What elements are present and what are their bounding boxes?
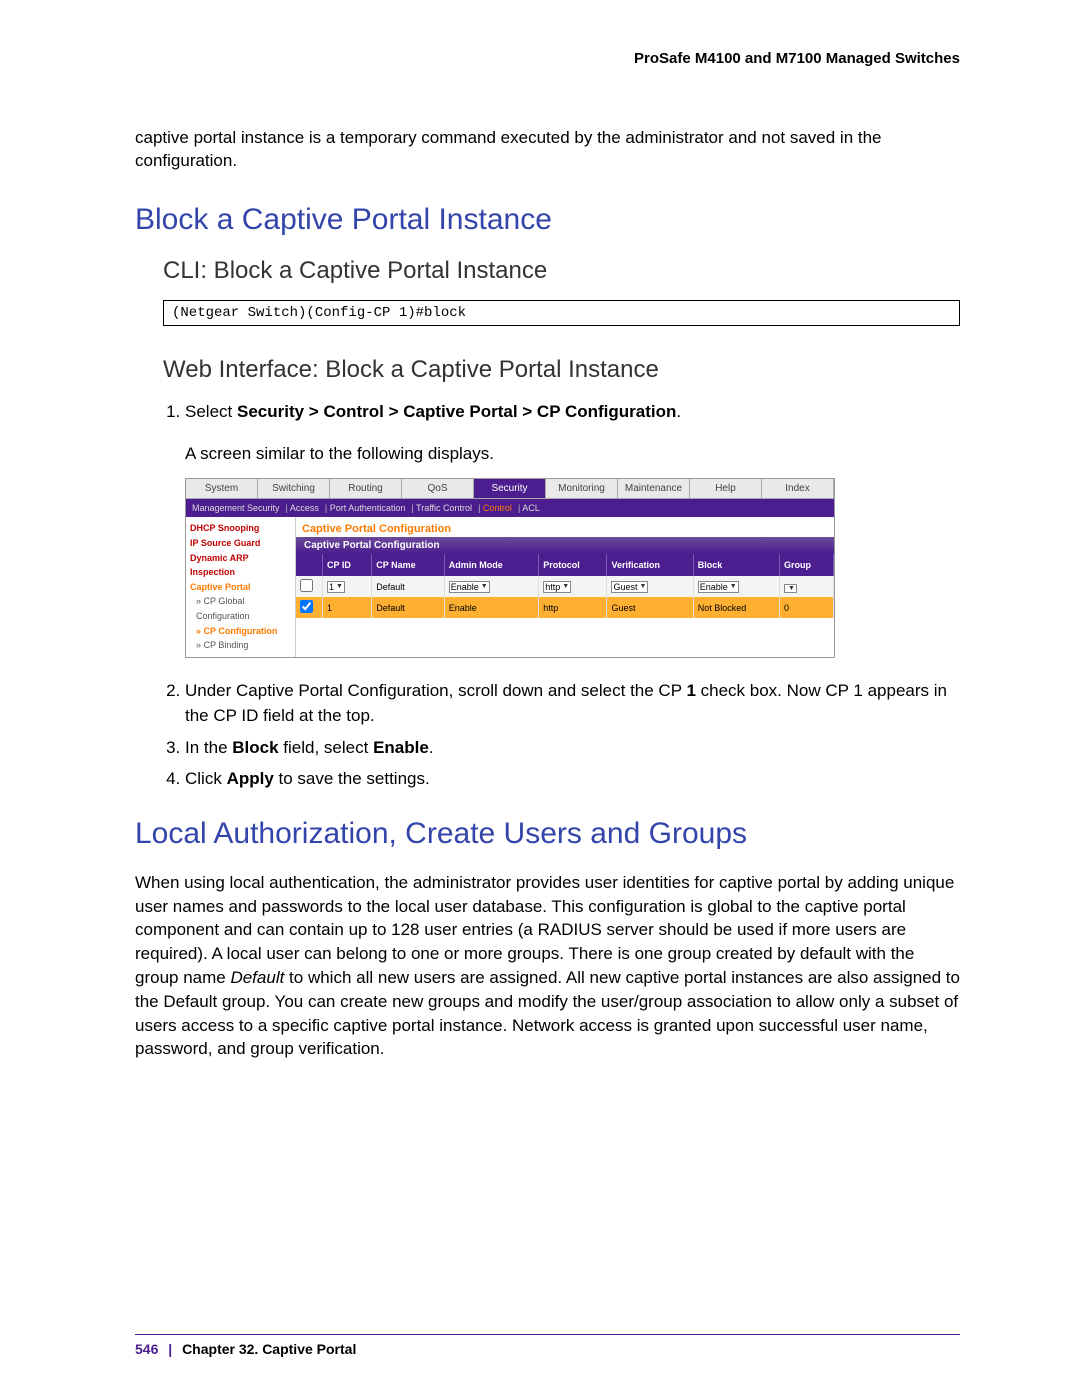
admin-select[interactable]: Enable▼ — [449, 581, 490, 593]
group-select[interactable]: ▼ — [784, 584, 797, 593]
table-row[interactable]: 1▼ Default Enable▼ http▼ Guest▼ Enable▼ … — [296, 576, 834, 597]
web-ui-screenshot: System Switching Routing QoS Security Mo… — [185, 478, 835, 657]
sidebar-item[interactable]: Dynamic ARP — [188, 551, 293, 566]
tab-help[interactable]: Help — [690, 479, 762, 498]
row-checkbox[interactable] — [300, 579, 313, 592]
col-protocol: Protocol — [539, 554, 607, 576]
tab-maintenance[interactable]: Maintenance — [618, 479, 690, 498]
chapter-label: Chapter 32. Captive Portal — [182, 1341, 356, 1357]
panel-title: Captive Portal Configuration — [296, 517, 834, 537]
sidebar-item[interactable]: DHCP Snooping — [188, 521, 293, 536]
subnav-portauth[interactable]: Port Authentication — [330, 503, 406, 513]
verif-select[interactable]: Guest▼ — [611, 581, 648, 593]
row-checkbox[interactable] — [300, 600, 313, 613]
tab-security[interactable]: Security — [474, 479, 546, 498]
subnav-mgmt[interactable]: Management Security — [192, 503, 280, 513]
tab-switching[interactable]: Switching — [258, 479, 330, 498]
step-3: In the Block field, select Enable. — [185, 735, 960, 761]
left-sidebar: DHCP Snooping IP Source Guard Dynamic AR… — [186, 517, 296, 656]
heading-local-auth: Local Authorization, Create Users and Gr… — [135, 817, 960, 851]
top-tabs: System Switching Routing QoS Security Mo… — [186, 479, 834, 499]
sidebar-item[interactable]: IP Source Guard — [188, 536, 293, 551]
step-2: Under Captive Portal Configuration, scro… — [185, 678, 960, 729]
sidebar-item[interactable]: Configuration — [188, 609, 293, 624]
tab-monitoring[interactable]: Monitoring — [546, 479, 618, 498]
tab-routing[interactable]: Routing — [330, 479, 402, 498]
col-block: Block — [693, 554, 779, 576]
heading-web: Web Interface: Block a Captive Portal In… — [163, 356, 960, 384]
sidebar-item[interactable]: » CP Binding — [188, 638, 293, 653]
sub-nav: Management Security| Access| Port Authen… — [186, 499, 834, 517]
page-number: 546 — [135, 1341, 158, 1357]
heading-cli: CLI: Block a Captive Portal Instance — [163, 257, 960, 285]
col-cpname: CP Name — [372, 554, 445, 576]
col-check — [296, 554, 323, 576]
intro-paragraph: captive portal instance is a temporary c… — [135, 127, 960, 173]
subnav-control[interactable]: Control — [483, 503, 512, 513]
heading-block-cp: Block a Captive Portal Instance — [135, 203, 960, 237]
subnav-acl[interactable]: ACL — [522, 503, 540, 513]
page-footer: 546 | Chapter 32. Captive Portal — [135, 1334, 960, 1357]
step-1-subtext: A screen similar to the following displa… — [185, 444, 960, 464]
step-1: Select Security > Control > Captive Port… — [185, 399, 960, 425]
page: ProSafe M4100 and M7100 Managed Switches… — [0, 0, 1080, 1397]
sidebar-item[interactable]: » CP Global — [188, 594, 293, 609]
step-4: Click Apply to save the settings. — [185, 766, 960, 792]
block-select[interactable]: Enable▼ — [698, 581, 739, 593]
col-verification: Verification — [607, 554, 693, 576]
col-admin: Admin Mode — [444, 554, 538, 576]
panel-header-bar: Captive Portal Configuration — [296, 537, 834, 554]
sidebar-item[interactable]: Inspection — [188, 565, 293, 580]
cp-config-table: CP ID CP Name Admin Mode Protocol Verifi… — [296, 554, 834, 618]
tab-qos[interactable]: QoS — [402, 479, 474, 498]
proto-select[interactable]: http▼ — [543, 581, 571, 593]
cpid-select[interactable]: 1▼ — [327, 581, 345, 593]
sidebar-item-cp-config[interactable]: » CP Configuration — [188, 624, 293, 639]
subnav-access[interactable]: Access — [290, 503, 319, 513]
sidebar-item-captive-portal[interactable]: Captive Portal — [188, 580, 293, 595]
tab-system[interactable]: System — [186, 479, 258, 498]
table-row-selected[interactable]: 1 Default Enable http Guest Not Blocked … — [296, 597, 834, 618]
tab-index[interactable]: Index — [762, 479, 834, 498]
subnav-traffic[interactable]: Traffic Control — [416, 503, 472, 513]
col-cpid: CP ID — [323, 554, 372, 576]
cli-code-box: (Netgear Switch)(Config-CP 1)#block — [163, 300, 960, 326]
col-group: Group — [779, 554, 833, 576]
product-header: ProSafe M4100 and M7100 Managed Switches — [135, 50, 960, 67]
local-auth-paragraph: When using local authentication, the adm… — [135, 871, 960, 1061]
